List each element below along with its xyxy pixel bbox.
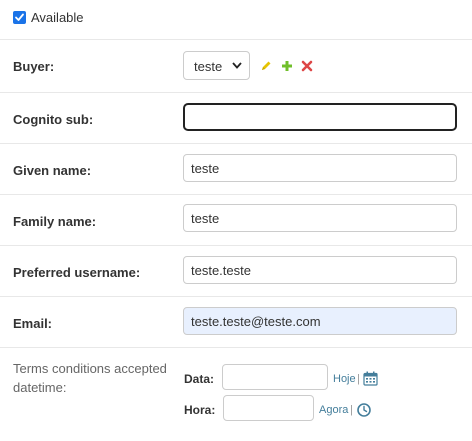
given-name-input[interactable]: [183, 154, 457, 182]
cognito-sub-label: Cognito sub:: [13, 112, 94, 127]
chevron-down-icon: [232, 62, 242, 69]
buyer-select-value: teste: [194, 59, 223, 74]
calendar-icon[interactable]: [363, 371, 378, 386]
time-label: Hora:: [184, 403, 216, 417]
date-label: Data:: [184, 372, 215, 386]
family-name-input[interactable]: [183, 204, 457, 232]
preferred-username-input[interactable]: [183, 256, 457, 284]
buyer-select[interactable]: teste: [183, 51, 250, 80]
x-icon[interactable]: [301, 60, 313, 72]
available-row: Available: [0, 0, 472, 40]
date-input[interactable]: [222, 364, 328, 390]
now-separator: |: [350, 404, 353, 416]
terms-row: Terms conditions accepted datetime: Data…: [0, 348, 472, 441]
today-link[interactable]: Hoje: [333, 373, 356, 385]
time-input[interactable]: [223, 395, 314, 421]
buyer-label: Buyer:: [13, 59, 55, 74]
pencil-icon[interactable]: [260, 60, 272, 72]
checkmark-icon: [15, 13, 24, 21]
cognito-sub-input[interactable]: [183, 103, 457, 131]
family-name-label: Family name:: [13, 214, 97, 229]
given-name-label: Given name:: [13, 163, 92, 178]
clock-icon[interactable]: [357, 403, 371, 417]
today-separator: |: [357, 373, 360, 385]
now-link[interactable]: Agora: [319, 404, 348, 416]
available-label: Available: [31, 10, 84, 25]
user-form: Available Buyer: teste Cognito sub: Give…: [0, 0, 472, 441]
email-input[interactable]: [183, 307, 457, 335]
available-checkbox[interactable]: [13, 11, 26, 24]
plus-icon[interactable]: [281, 60, 293, 72]
preferred-username-label: Preferred username:: [13, 265, 141, 280]
email-label: Email:: [13, 316, 53, 331]
terms-label: Terms conditions accepted datetime:: [13, 361, 167, 395]
